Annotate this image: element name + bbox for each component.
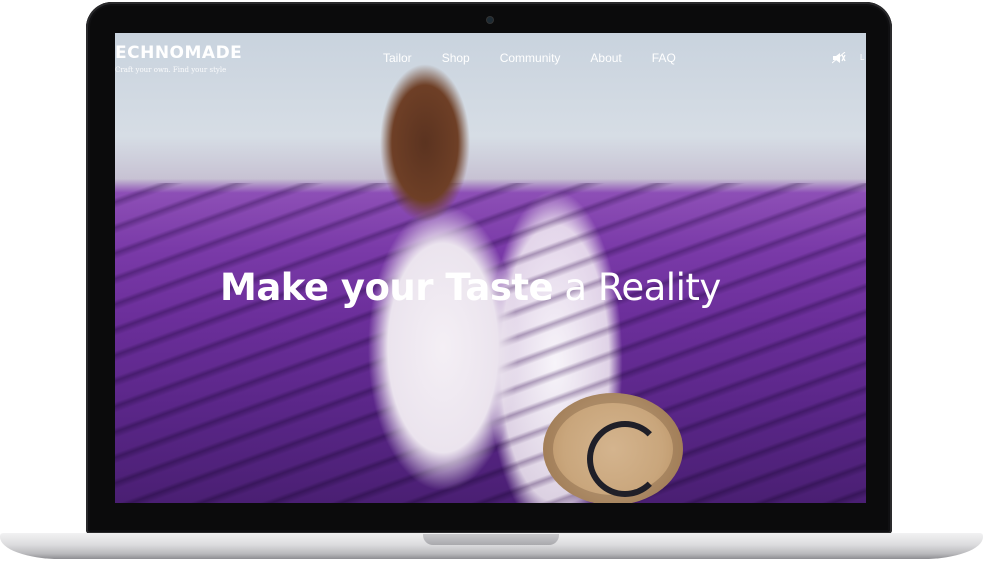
webcam-icon (487, 17, 493, 23)
nav-tailor[interactable]: Tailor (383, 51, 412, 65)
hero-headline: Make your Taste a Reality (220, 266, 721, 309)
nav-shop[interactable]: Shop (442, 51, 470, 65)
nav-about[interactable]: About (590, 51, 621, 65)
nav-faq[interactable]: FAQ (652, 51, 676, 65)
hero-headline-light: a Reality (553, 266, 721, 309)
main-nav: Tailor Shop Community About FAQ (383, 51, 706, 65)
hero-background-hair (365, 43, 485, 253)
nav-community[interactable]: Community (500, 51, 561, 65)
header-edge-text[interactable]: L (860, 53, 864, 62)
site-tagline: Craft your own. Find your style (115, 66, 227, 74)
hero-background-hat-band (587, 421, 663, 497)
laptop-opening-notch (423, 534, 559, 545)
website-screen: ECHNOMADE Craft your own. Find your styl… (115, 33, 866, 503)
volume-mute-icon[interactable] (832, 52, 846, 64)
site-logo[interactable]: ECHNOMADE (115, 43, 242, 63)
hero-headline-bold: Make your Taste (220, 266, 554, 309)
